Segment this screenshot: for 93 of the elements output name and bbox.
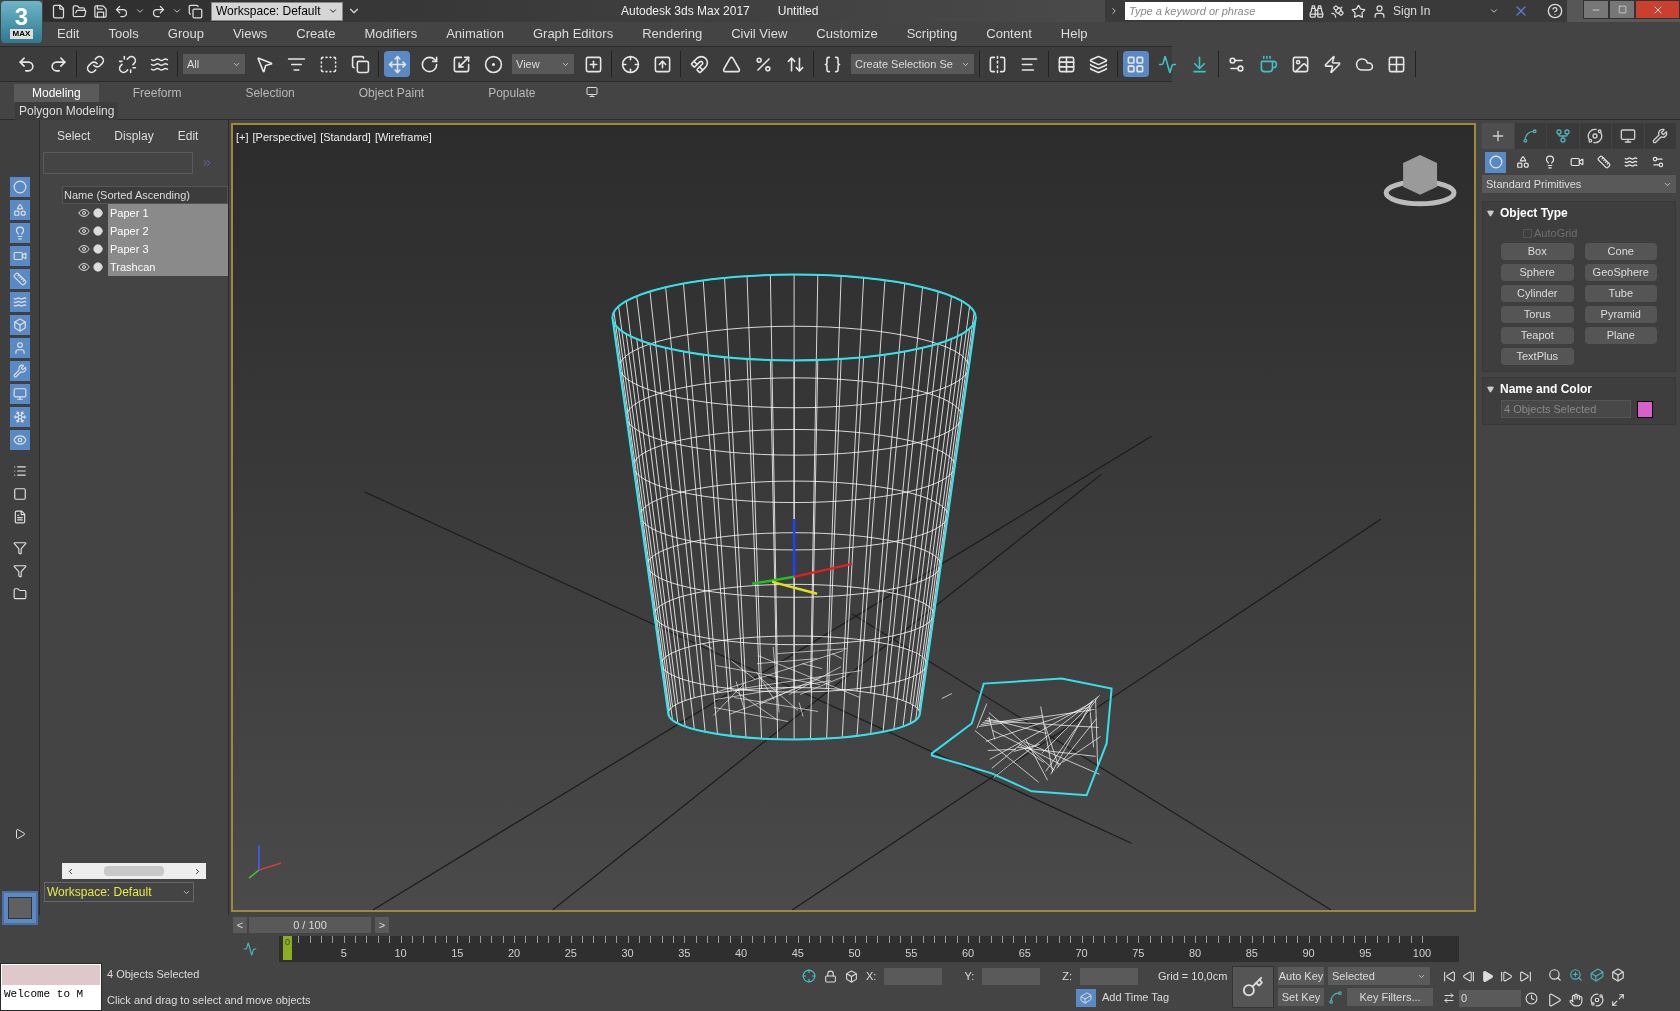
sign-in-link[interactable]: Sign In bbox=[1393, 2, 1483, 20]
frame-label: 75 bbox=[1132, 945, 1145, 961]
workspace-dropdown[interactable]: Workspace: Default bbox=[211, 1, 343, 21]
frame-label: 5 bbox=[340, 945, 347, 961]
primitive-button[interactable]: Torus bbox=[1501, 306, 1574, 323]
app-logo[interactable]: 3 MAX bbox=[1, 1, 42, 43]
current-frame-field[interactable]: 0 bbox=[1459, 989, 1521, 1007]
viewport-label[interactable]: [Standard] bbox=[320, 129, 371, 146]
logo-mark: 3 bbox=[14, 5, 29, 29]
search-field[interactable]: Type a keyword or phrase bbox=[1125, 2, 1303, 20]
explorer-menu[interactable]: Display bbox=[114, 127, 154, 145]
track-bar[interactable]: 0 5 10 15 20 25 30 35 40 45 50 55 60 65 70 75 80 85 90 95 100 bbox=[279, 936, 1459, 962]
toolbar-dropdown[interactable]: View bbox=[512, 54, 574, 74]
menu-item[interactable]: Rendering bbox=[642, 24, 703, 44]
primitive-button[interactable]: Teapot bbox=[1501, 327, 1574, 344]
prompt-line: Click and drag to select and move objects bbox=[107, 993, 312, 1008]
key-filters-button[interactable]: Key Filters... bbox=[1347, 988, 1433, 1006]
frame-label: 85 bbox=[1245, 945, 1258, 961]
rollout-title[interactable]: Object Type bbox=[1500, 204, 1568, 222]
grid-size: Grid = 10,0cm bbox=[1158, 968, 1228, 984]
app-title: Autodesk 3ds Max 2017 bbox=[621, 3, 750, 20]
frame-label: 70 bbox=[1075, 945, 1088, 961]
explorer-menu[interactable]: Select bbox=[57, 127, 91, 145]
frame-label: 50 bbox=[848, 945, 861, 961]
menu-item[interactable]: Group bbox=[167, 24, 204, 44]
auto-key-button[interactable]: Auto Key bbox=[1278, 967, 1324, 985]
frame-counter[interactable]: 0 / 100 bbox=[249, 917, 371, 933]
logo-caption: MAX bbox=[9, 29, 34, 39]
ribbon-tab[interactable]: Modeling bbox=[14, 84, 99, 102]
frame-label: 65 bbox=[1018, 945, 1031, 961]
frame-label: 45 bbox=[791, 945, 804, 961]
document-title: Untitled bbox=[777, 3, 819, 20]
primitive-button[interactable]: Box bbox=[1501, 243, 1574, 260]
key-mode-dropdown[interactable]: Selected bbox=[1328, 967, 1430, 985]
frame-label: 25 bbox=[564, 945, 577, 961]
menu-item[interactable]: Create bbox=[296, 24, 336, 44]
set-key-mode-button[interactable]: Set Key bbox=[1278, 988, 1324, 1006]
primitive-button[interactable]: TextPlus bbox=[1501, 348, 1574, 365]
primitive-button[interactable]: Cone bbox=[1584, 243, 1657, 260]
primitive-button[interactable]: GeoSphere bbox=[1584, 264, 1657, 281]
frame-label: 40 bbox=[734, 945, 748, 961]
viewport-label[interactable]: [Wireframe] bbox=[374, 129, 432, 146]
menu-item[interactable]: Help bbox=[1060, 24, 1088, 44]
y-label: Y: bbox=[964, 968, 975, 984]
column-header[interactable]: Name (Sorted Ascending) bbox=[62, 186, 228, 204]
frame-label: 20 bbox=[507, 945, 521, 961]
x-label: X: bbox=[866, 968, 877, 984]
primitive-button[interactable]: Tube bbox=[1584, 285, 1657, 302]
menu-item[interactable]: Edit bbox=[57, 24, 80, 44]
menu-item[interactable]: Customize bbox=[816, 24, 878, 44]
add-time-tag-label[interactable]: Add Time Tag bbox=[1102, 989, 1170, 1006]
primitive-type-dropdown[interactable]: Standard Primitives bbox=[1482, 175, 1676, 193]
primitive-button[interactable]: Pyramid bbox=[1584, 306, 1657, 323]
frame-label: 35 bbox=[678, 945, 691, 961]
frame-label: 15 bbox=[451, 945, 464, 961]
workspace-selector[interactable]: Workspace: Default bbox=[44, 882, 194, 902]
rollout-title[interactable]: Name and Color bbox=[1500, 380, 1592, 398]
next-frame-button[interactable]: > bbox=[375, 917, 389, 933]
ribbon-tab[interactable]: Object Paint bbox=[328, 84, 455, 102]
ribbon-tab[interactable]: Populate bbox=[458, 84, 566, 102]
time-marker[interactable]: 0 bbox=[283, 936, 292, 960]
frame-label: 30 bbox=[621, 945, 634, 961]
menu-item[interactable]: Tools bbox=[108, 24, 139, 44]
frame-label: 55 bbox=[905, 945, 918, 961]
primitive-button[interactable]: Sphere bbox=[1501, 264, 1574, 281]
frame-label: 100 bbox=[1412, 945, 1432, 961]
menu-item[interactable]: Content bbox=[986, 24, 1032, 44]
frame-label: 95 bbox=[1359, 945, 1372, 961]
menu-item[interactable]: Scripting bbox=[906, 24, 958, 44]
ribbon-tab[interactable]: Selection bbox=[215, 84, 325, 102]
menu-item[interactable]: Graph Editors bbox=[532, 24, 614, 44]
toolbar-dropdown[interactable]: All bbox=[183, 54, 245, 74]
ribbon-tab[interactable]: Freeform bbox=[102, 84, 212, 102]
previous-frame-button[interactable]: < bbox=[233, 917, 247, 933]
frame-label: 60 bbox=[961, 945, 975, 961]
primitive-button[interactable]: Cylinder bbox=[1501, 285, 1574, 302]
object-name-field[interactable]: 4 Objects Selected bbox=[1501, 400, 1631, 418]
menu-item[interactable]: Views bbox=[232, 24, 268, 44]
menu-item[interactable]: Animation bbox=[446, 24, 504, 44]
viewport-label[interactable]: [+] bbox=[236, 129, 249, 146]
frame-label: 10 bbox=[394, 945, 407, 961]
viewport-label[interactable]: [Perspective] bbox=[252, 129, 317, 146]
selection-status: 4 Objects Selected bbox=[107, 966, 201, 982]
frame-label: 90 bbox=[1302, 945, 1315, 961]
listener-output[interactable]: Welcome to M bbox=[1, 986, 101, 1010]
perspective-viewport[interactable]: [+] [Perspective] [Standard] [Wireframe] bbox=[231, 123, 1476, 912]
menu-item[interactable]: Civil View bbox=[731, 24, 788, 44]
menu-item[interactable]: Modifiers bbox=[364, 24, 418, 44]
z-label: Z: bbox=[1062, 968, 1072, 984]
explorer-menu[interactable]: Edit bbox=[177, 127, 199, 145]
toolbar-dropdown[interactable]: Create Selection Se bbox=[851, 54, 974, 74]
frame-label: 80 bbox=[1188, 945, 1202, 961]
primitive-button[interactable]: Plane bbox=[1584, 327, 1657, 344]
